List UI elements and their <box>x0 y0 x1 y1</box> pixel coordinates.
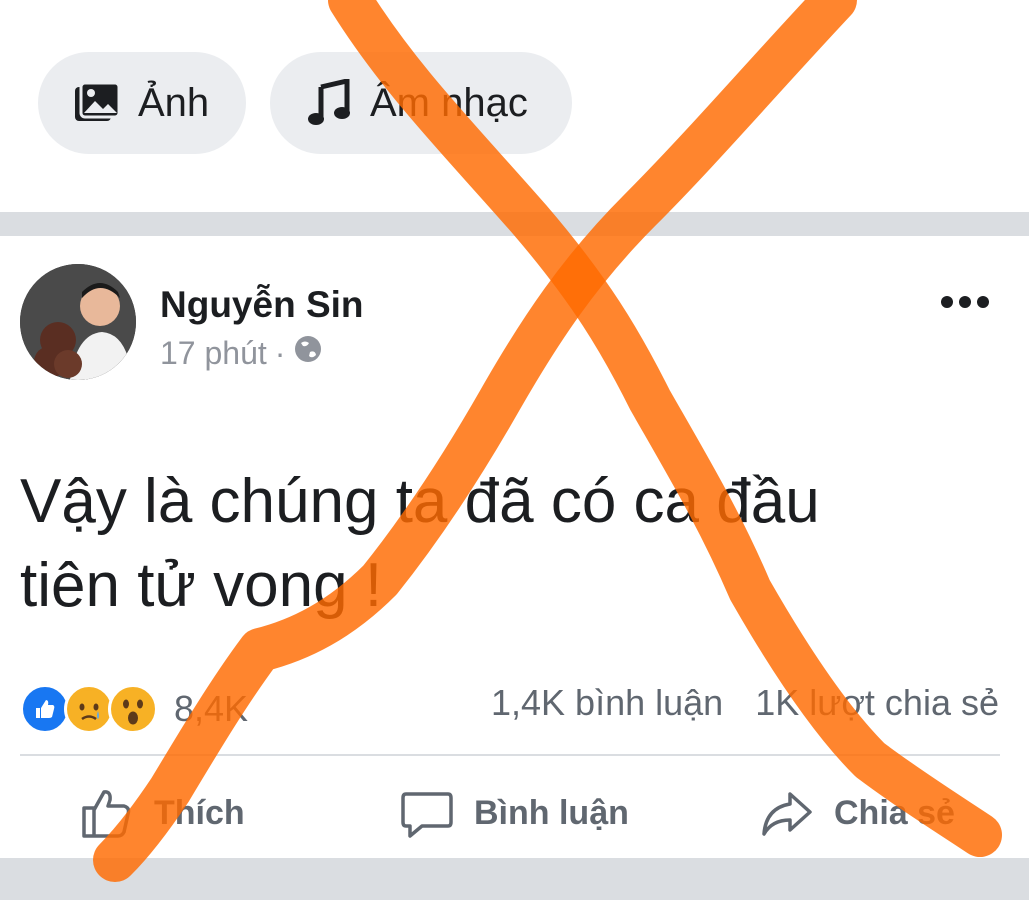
music-label: Âm nhạc <box>370 80 528 125</box>
photo-button[interactable]: Ảnh <box>38 52 246 154</box>
post-actions: Thích Bình luận Chia sẻ <box>0 756 1029 856</box>
composer-row: Ảnh Âm nhạc <box>0 0 1029 212</box>
like-icon <box>20 684 70 734</box>
wow-icon <box>108 684 158 734</box>
globe-icon <box>293 334 323 372</box>
post-time[interactable]: 17 phút <box>160 335 267 372</box>
post-meta: 17 phút · <box>160 334 323 372</box>
post-stats: 1,4K bình luận 1K lượt chia sẻ <box>491 682 999 724</box>
thumbs-up-icon <box>80 786 134 840</box>
comment-bubble-icon <box>400 786 454 840</box>
more-dot-icon <box>977 296 989 308</box>
post-text: Vậy là chúng ta đã có ca đầu tiên tử von… <box>20 460 1000 628</box>
more-dot-icon <box>959 296 971 308</box>
meta-separator: · <box>274 334 286 371</box>
reaction-count: 8,4K <box>174 688 249 729</box>
share-button[interactable]: Chia sẻ <box>760 786 955 840</box>
music-button[interactable]: Âm nhạc <box>270 52 572 154</box>
reaction-summary[interactable]: 8,4K <box>20 684 248 734</box>
feed-separator-bottom <box>0 858 1029 900</box>
comment-button[interactable]: Bình luận <box>400 786 629 840</box>
music-note-icon <box>304 78 354 128</box>
share-label: Chia sẻ <box>834 793 955 832</box>
comment-label: Bình luận <box>474 793 629 832</box>
like-button[interactable]: Thích <box>80 786 245 840</box>
avatar[interactable] <box>20 264 136 380</box>
post-card: Nguyễn Sin 17 phút · Vậy là chúng ta đã … <box>0 236 1029 858</box>
photo-label: Ảnh <box>138 80 210 125</box>
author-name[interactable]: Nguyễn Sin <box>160 284 364 326</box>
photo-icon <box>72 78 122 128</box>
more-dot-icon <box>941 296 953 308</box>
share-arrow-icon <box>760 786 814 840</box>
post-text-line: Vậy là chúng ta đã có ca đầu <box>20 467 820 536</box>
like-label: Thích <box>154 793 245 832</box>
comments-count[interactable]: 1,4K bình luận <box>491 682 723 724</box>
sad-icon <box>64 684 114 734</box>
post-text-line: tiên tử vong ! <box>20 551 383 620</box>
more-options-button[interactable] <box>941 296 989 308</box>
feed-separator <box>0 212 1029 236</box>
shares-count[interactable]: 1K lượt chia sẻ <box>755 682 999 724</box>
